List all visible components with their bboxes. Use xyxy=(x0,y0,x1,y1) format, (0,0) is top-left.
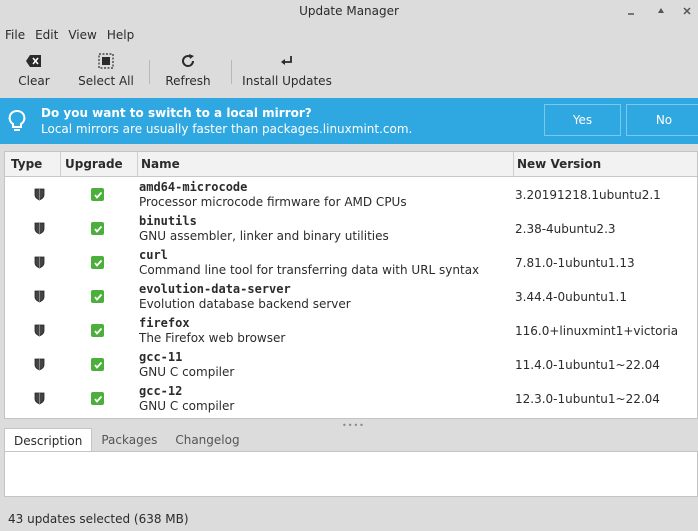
tab-description[interactable]: Description xyxy=(4,428,93,452)
package-version: 11.4.0-1ubuntu1~22.04 xyxy=(515,358,660,372)
upgrade-checkbox[interactable] xyxy=(91,358,104,371)
package-version: 3.20191218.1ubuntu2.1 xyxy=(515,188,661,202)
package-name: gcc-11 xyxy=(139,350,183,364)
menu-edit[interactable]: Edit xyxy=(30,26,63,46)
select-all-button[interactable]: Select All xyxy=(78,52,134,92)
package-description: GNU C compiler xyxy=(139,365,235,379)
lightbulb-icon xyxy=(8,109,26,136)
infobar-question: Do you want to switch to a local mirror? xyxy=(41,106,312,120)
package-name: firefox xyxy=(139,316,190,330)
upgrade-checkbox[interactable] xyxy=(91,222,104,235)
details-tabs: Description Packages Changelog xyxy=(4,428,249,452)
package-description: Command line tool for transferring data … xyxy=(139,263,480,277)
column-header-upgrade[interactable]: Upgrade xyxy=(61,152,138,177)
package-version: 3.44.4-0ubuntu1.1 xyxy=(515,290,627,304)
table-row[interactable]: binutils GNU assembler, linker and binary… xyxy=(5,212,697,246)
select-all-icon xyxy=(98,52,114,70)
shield-icon xyxy=(34,290,45,306)
package-version: 2.38-4ubuntu2.3 xyxy=(515,222,616,236)
package-name: gcc-12 xyxy=(139,384,183,398)
package-version: 12.3.0-1ubuntu1~22.04 xyxy=(515,392,660,406)
toolbar-separator xyxy=(231,60,232,84)
toolbar-separator xyxy=(149,60,150,84)
shield-icon xyxy=(34,324,45,340)
column-header-type[interactable]: Type xyxy=(5,152,61,177)
column-header-name[interactable]: Name xyxy=(138,152,514,177)
table-row[interactable]: firefox The Firefox web browser 116.0+linu… xyxy=(5,314,697,348)
no-button[interactable]: No xyxy=(626,104,698,136)
install-updates-label: Install Updates xyxy=(242,74,332,88)
shield-icon xyxy=(34,222,45,238)
shield-icon xyxy=(34,392,45,408)
status-bar-text: 43 updates selected (638 MB) xyxy=(8,512,189,526)
table-row[interactable]: amd64-microcode Processor microcode firmw… xyxy=(5,178,697,212)
enter-arrow-icon xyxy=(280,52,294,70)
package-description: GNU assembler, linker and binary utiliti… xyxy=(139,229,389,243)
pane-resize-handle[interactable]: •••• xyxy=(342,421,365,430)
refresh-label: Refresh xyxy=(165,74,211,88)
yes-button[interactable]: Yes xyxy=(544,104,621,136)
table-row[interactable]: gcc-12 GNU C compiler 12.3.0-1ubuntu1~22.0… xyxy=(5,382,697,416)
description-panel xyxy=(4,451,698,497)
minimize-icon[interactable] xyxy=(624,4,638,18)
backspace-icon xyxy=(25,52,43,70)
package-version: 116.0+linuxmint1+victoria xyxy=(515,324,679,338)
shield-icon xyxy=(34,256,45,272)
column-header-new-version[interactable]: New Version xyxy=(514,152,697,177)
close-icon[interactable] xyxy=(680,4,694,18)
table-row[interactable]: curl Command line tool for transferring d… xyxy=(5,246,697,280)
package-name: binutils xyxy=(139,214,197,228)
package-description: The Firefox web browser xyxy=(139,331,286,345)
package-description: Processor microcode firmware for AMD CPU… xyxy=(139,195,407,209)
menu-view[interactable]: View xyxy=(63,26,101,46)
upgrade-checkbox[interactable] xyxy=(91,290,104,303)
package-description: Evolution database backend server xyxy=(139,297,351,311)
maximize-icon[interactable] xyxy=(654,4,668,18)
menu-help[interactable]: Help xyxy=(102,26,139,46)
install-updates-button[interactable]: Install Updates xyxy=(242,52,332,92)
shield-icon xyxy=(34,188,45,204)
shield-icon xyxy=(34,358,45,374)
package-description: GNU C compiler xyxy=(139,399,235,413)
window-title: Update Manager xyxy=(299,4,399,18)
package-name: curl xyxy=(139,248,168,262)
upgrade-checkbox[interactable] xyxy=(91,392,104,405)
toolbar: Clear Select All Refresh Install Updates xyxy=(0,48,698,96)
select-all-label: Select All xyxy=(78,74,134,88)
menu-bar: File Edit View Help xyxy=(0,26,139,46)
refresh-button[interactable]: Refresh xyxy=(164,52,212,92)
table-row[interactable]: evolution-data-server Evolution database … xyxy=(5,280,697,314)
upgrade-checkbox[interactable] xyxy=(91,256,104,269)
menu-file[interactable]: File xyxy=(0,26,30,46)
upgrade-checkbox[interactable] xyxy=(91,188,104,201)
mirror-infobar: Do you want to switch to a local mirror?… xyxy=(0,98,698,144)
package-name: evolution-data-server xyxy=(139,282,291,296)
infobar-subtitle: Local mirrors are usually faster than pa… xyxy=(41,122,413,136)
table-row[interactable]: gcc-11 GNU C compiler 11.4.0-1ubuntu1~22.0… xyxy=(5,348,697,382)
title-bar: Update Manager xyxy=(0,0,698,24)
tab-changelog[interactable]: Changelog xyxy=(166,428,248,452)
clear-label: Clear xyxy=(18,74,50,88)
package-name: amd64-microcode xyxy=(139,180,248,194)
upgrade-checkbox[interactable] xyxy=(91,324,104,337)
tab-packages[interactable]: Packages xyxy=(92,428,166,452)
refresh-icon xyxy=(180,52,196,70)
clear-button[interactable]: Clear xyxy=(12,52,56,92)
package-version: 7.81.0-1ubuntu1.13 xyxy=(515,256,635,270)
updates-table: Type Upgrade Name New Version amd64-micr… xyxy=(4,151,698,419)
table-header: Type Upgrade Name New Version xyxy=(5,152,697,177)
